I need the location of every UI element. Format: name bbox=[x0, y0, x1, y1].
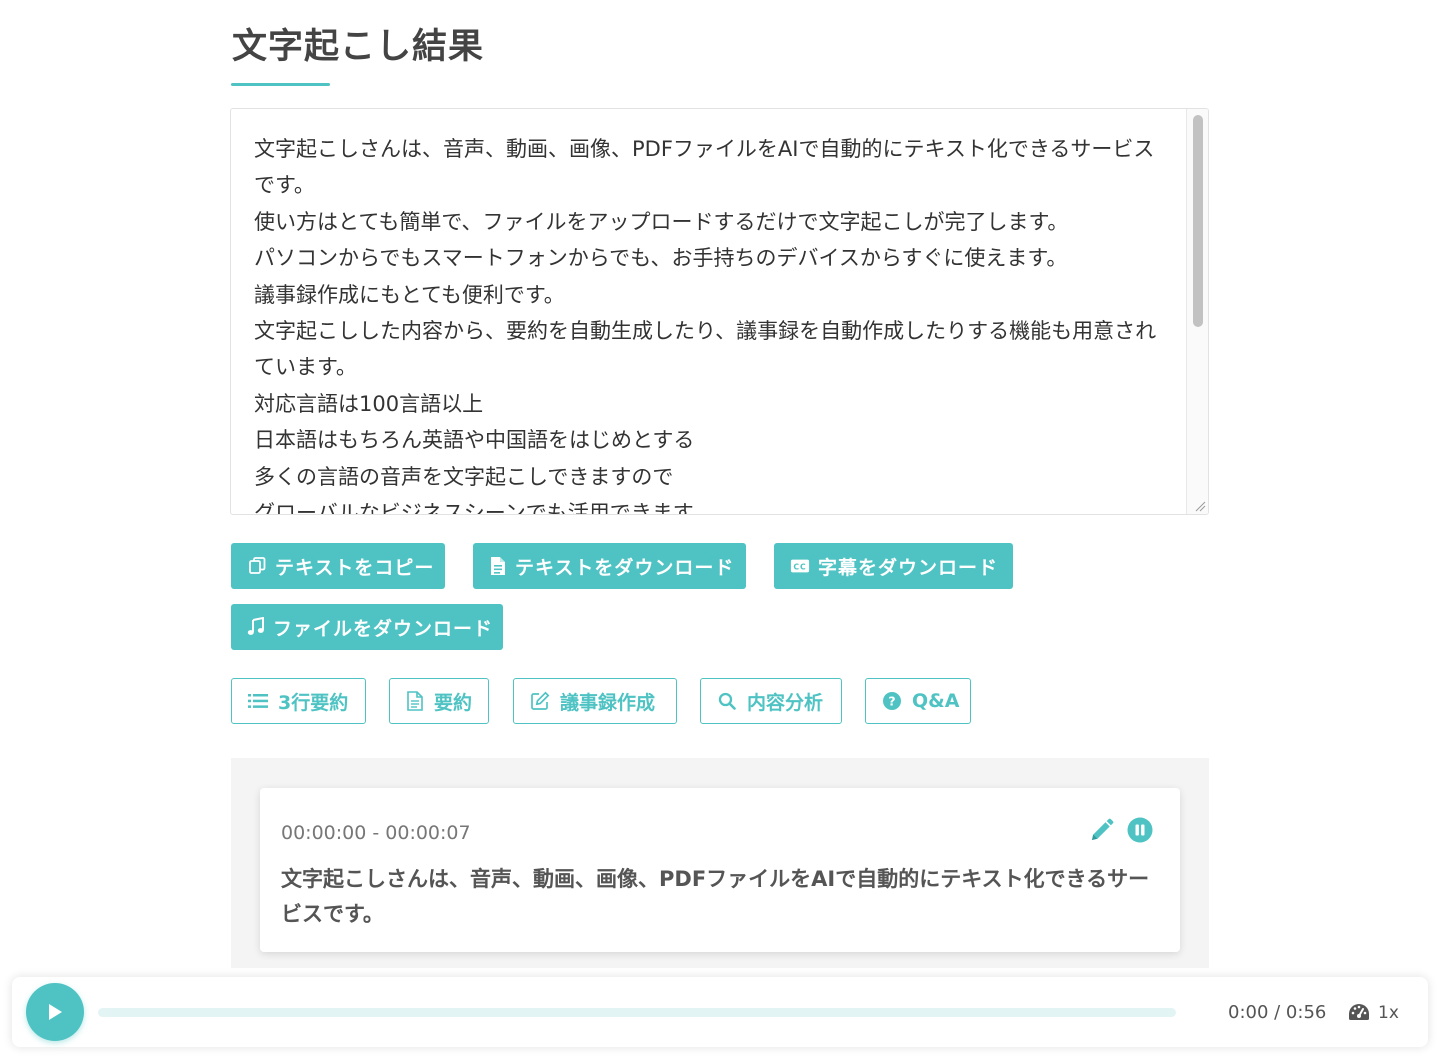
three-line-summary-label: 3行要約 bbox=[278, 691, 349, 714]
content-analysis-label: 内容分析 bbox=[747, 691, 824, 714]
playback-speed[interactable]: 1x bbox=[1378, 1003, 1399, 1023]
segment-card[interactable]: 00:00:00 - 00:00:07 文字起こしさんは、音声、動画、画像、PD… bbox=[260, 788, 1180, 952]
download-subtitles-button[interactable]: CC 字幕をダウンロード bbox=[774, 543, 1013, 589]
pause-circle-icon[interactable] bbox=[1127, 817, 1153, 843]
copy-text-label: テキストをコピー bbox=[275, 556, 435, 579]
audio-player: 0:00 / 0:56 1x bbox=[12, 977, 1428, 1047]
svg-text:CC: CC bbox=[793, 563, 806, 572]
list-icon bbox=[248, 691, 268, 711]
copy-text-button[interactable]: テキストをコピー bbox=[231, 543, 445, 589]
qa-label: Q&A bbox=[912, 690, 960, 712]
qa-button[interactable]: ? Q&A bbox=[865, 678, 971, 724]
scrollbar-thumb[interactable] bbox=[1193, 115, 1203, 327]
title-underline bbox=[231, 83, 330, 86]
player-time: 0:00 / 0:56 bbox=[1228, 1002, 1327, 1023]
segment-text[interactable]: 文字起こしさんは、音声、動画、画像、PDFファイルをAIで自動的にテキスト化でき… bbox=[281, 862, 1161, 932]
search-icon bbox=[717, 691, 737, 711]
play-icon bbox=[49, 1004, 62, 1020]
transcript-text[interactable]: 文字起こしさんは、音声、動画、画像、PDFファイルをAIで自動的にテキスト化でき… bbox=[254, 131, 1169, 514]
document-icon bbox=[406, 691, 424, 711]
summary-button[interactable]: 要約 bbox=[389, 678, 489, 724]
summary-label: 要約 bbox=[434, 691, 473, 714]
page: 文字起こし結果 文字起こしさんは、音声、動画、画像、PDFファイルをAIで自動的… bbox=[0, 0, 1440, 1060]
play-button[interactable] bbox=[26, 983, 84, 1041]
progress-bar[interactable] bbox=[98, 1008, 1176, 1017]
copy-icon bbox=[247, 556, 267, 576]
page-title: 文字起こし結果 bbox=[232, 27, 485, 67]
download-file-button[interactable]: ファイルをダウンロード bbox=[231, 604, 503, 650]
download-file-label: ファイルをダウンロード bbox=[273, 617, 494, 640]
closed-caption-icon: CC bbox=[790, 556, 810, 576]
svg-text:?: ? bbox=[888, 694, 895, 709]
file-text-icon bbox=[489, 556, 507, 576]
transcript-textarea[interactable]: 文字起こしさんは、音声、動画、画像、PDFファイルをAIで自動的にテキスト化でき… bbox=[230, 108, 1209, 515]
edit-square-icon bbox=[530, 691, 550, 711]
three-line-summary-button[interactable]: 3行要約 bbox=[231, 678, 366, 724]
download-subtitles-label: 字幕をダウンロード bbox=[818, 556, 999, 579]
minutes-label: 議事録作成 bbox=[560, 691, 656, 714]
speedometer-icon[interactable] bbox=[1348, 1002, 1370, 1022]
pencil-icon[interactable] bbox=[1088, 818, 1114, 844]
music-note-icon bbox=[247, 617, 265, 637]
question-circle-icon: ? bbox=[882, 691, 902, 711]
download-text-label: テキストをダウンロード bbox=[515, 556, 735, 579]
segment-time-range: 00:00:00 - 00:00:07 bbox=[281, 822, 471, 844]
scrollbar[interactable] bbox=[1186, 109, 1208, 514]
download-text-button[interactable]: テキストをダウンロード bbox=[473, 543, 746, 589]
resize-grip-icon[interactable] bbox=[1194, 500, 1206, 512]
minutes-button[interactable]: 議事録作成 bbox=[513, 678, 677, 724]
content-analysis-button[interactable]: 内容分析 bbox=[700, 678, 842, 724]
